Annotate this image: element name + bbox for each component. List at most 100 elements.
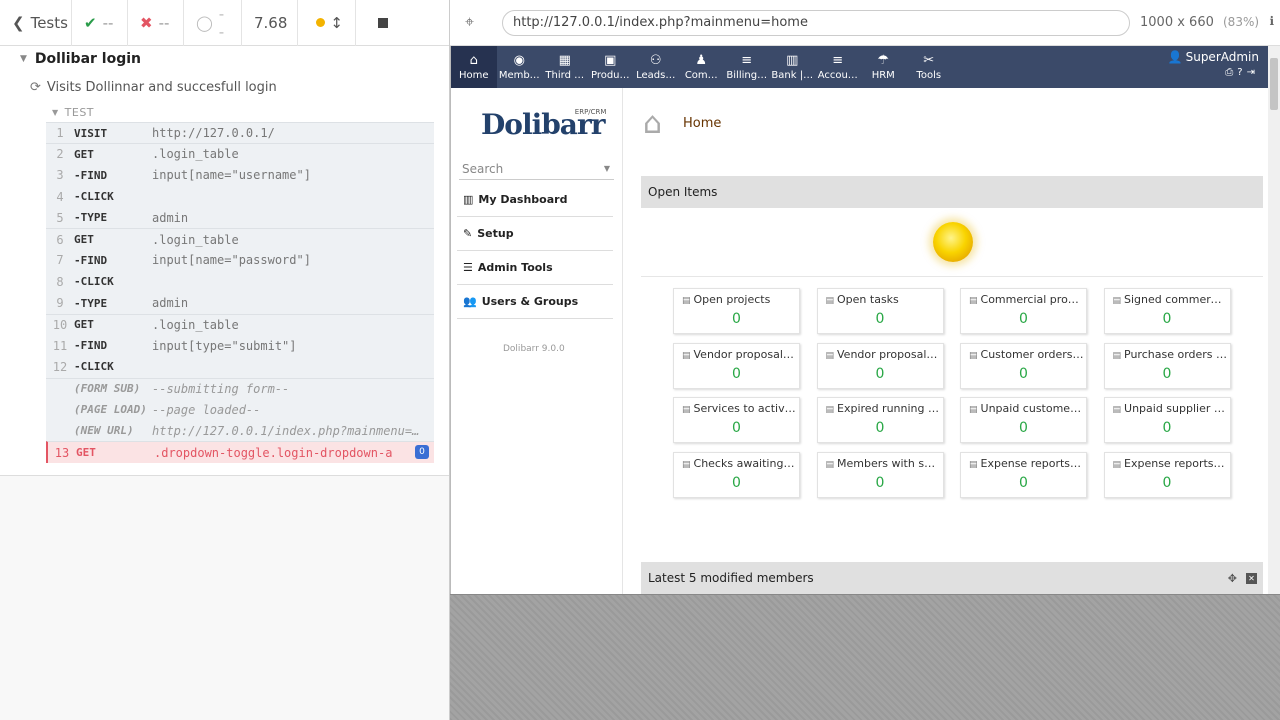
menu-label: Bank |… [771,70,814,81]
command-number: 1 [56,126,64,141]
close-box-icon[interactable]: ✕ [1246,572,1257,584]
top-menu-item[interactable]: ✂ Tools [906,46,952,88]
box-label: ▤ Members with su… [826,457,941,470]
box-label-text: Purchase orders … [1124,347,1228,361]
box-label-text: Commercial prop… [980,293,1084,306]
command-row[interactable]: 6 GET .login_table [46,228,434,250]
search-select[interactable]: Search ▼ [459,158,614,180]
open-item-box[interactable]: ▤ Commercial prop… 0 [960,288,1087,334]
logout-icon[interactable]: ⇥ [1247,67,1259,78]
menu-label: Memb… [498,70,540,81]
element-count-badge: 0 [415,445,429,460]
open-item-box[interactable]: ▤ Expense reports … 0 [1103,452,1231,499]
command-row[interactable]: (NEW URL) http://127.0.0.1/index.php?main… [46,420,434,442]
open-item-box[interactable]: ▤ Purchase orders … 0 [1103,342,1231,389]
menu-icon: ✂ [923,52,935,68]
open-item-box[interactable]: ▤ Unpaid supplier i… 0 [1103,397,1231,444]
help-icon[interactable]: ? [1237,67,1246,78]
command-name: -FIND [74,168,108,182]
command-row[interactable]: 1 VISIT http://127.0.0.1/ [46,122,434,144]
open-item-box[interactable]: ▤ Customer orders … 0 [960,342,1087,389]
top-menu-item[interactable]: ⌂ Home [451,46,497,88]
command-row[interactable]: 4 -CLICK [46,185,434,208]
top-menu-item[interactable]: ≡ Accou… [815,46,861,88]
passed-count[interactable]: ✔ -- [72,0,128,46]
command-row[interactable]: (PAGE LOAD) --page loaded-- [46,398,434,421]
box-label: ▤ Vendor proposals… [826,348,941,361]
top-menu-item[interactable]: ⚇ Leads… [633,46,679,88]
selector-playground-icon[interactable]: ⌖ [465,12,474,32]
open-item-box[interactable]: ▤ Open projects 0 [673,288,800,334]
command-name: GET [74,233,94,247]
tests-back-button[interactable]: ❮ Tests [0,0,72,46]
box-label-text: Vendor proposals… [693,347,797,361]
command-row[interactable]: 3 -FIND input[name="username"] [46,164,434,186]
open-item-box[interactable]: ▤ Vendor proposals… 0 [816,342,944,389]
box-label: ▤ Expired running s… [826,402,941,415]
print-icon[interactable]: ⎙ [1225,67,1237,78]
url-bar[interactable]: http://127.0.0.1/index.php?mainmenu=home [502,9,1130,36]
command-list: 1 VISIT http://127.0.0.1/2 GET .login_table 3… [46,122,434,463]
scrollbar[interactable] [1268,46,1280,594]
top-menu-item[interactable]: ▥ Bank |… [770,46,816,88]
command-row[interactable]: 8 -CLICK [46,271,434,293]
top-menu-item[interactable]: ◉ Memb… [497,46,543,88]
auto-scroll-toggle[interactable]: ↕ [298,0,356,46]
open-item-box[interactable]: ▤ Signed commerci… 0 [1103,288,1231,334]
top-menu-item[interactable]: ▦ Third … [542,46,588,88]
weather-sun-icon [933,222,973,262]
scrollbar-thumb[interactable] [1270,58,1278,110]
menu-icon: ⌂ [469,52,478,68]
side-admin-tools[interactable]: ☰ Admin Tools [457,251,613,285]
command-row[interactable]: (FORM SUB) --submitting form-- [46,377,434,399]
open-item-box[interactable]: ▤ Members with su… 0 [816,452,944,499]
pending-count[interactable]: ◯ -- [184,0,242,46]
side-users-groups[interactable]: 👥 Users & Groups [457,285,613,319]
command-row[interactable]: 10 GET .login_table [46,313,434,335]
command-number: 3 [56,168,64,183]
test-section-header[interactable]: ▼ TEST [0,102,449,122]
top-menu-item[interactable]: ≡ Billing… [724,46,770,88]
top-menu-item[interactable]: ☂ HRM [861,46,907,88]
search-placeholder: Search [462,161,504,176]
top-menu-item[interactable]: ♟ Com… [679,46,725,88]
stop-button[interactable] [356,0,400,46]
command-row[interactable]: 7 -FIND input[name="password"] [46,249,434,272]
command-row[interactable]: 11 -FIND input[type="submit"] [46,334,434,357]
side-my-dashboard[interactable]: ▥ My Dashboard [457,183,613,217]
command-row[interactable]: 12 -CLICK [46,356,434,378]
command-row[interactable]: 5 -TYPE admin [46,207,434,229]
menu-icon: ◉ [513,52,525,68]
command-row[interactable]: 13 GET .dropdown-toggle.login-dropdown-a 0 [46,441,434,463]
dolibarr-logo[interactable]: Dolibarr ERP/CRM [481,108,606,141]
open-item-box[interactable]: ▤ Vendor proposals… 0 [673,342,800,389]
box-label: ▤ Unpaid customer… [969,402,1084,415]
open-item-box[interactable]: ▤ Expired running s… 0 [816,397,944,444]
top-menu-item[interactable]: ▣ Produ… [588,46,634,88]
failed-count[interactable]: ✖ -- [128,0,184,46]
box-value: 0 [875,311,885,327]
test-row[interactable]: ⟳ Visits Dollinnar and succesfull login [0,72,449,102]
doc-icon: ▤ [825,296,835,306]
spec-row[interactable]: ▼ Dollibar login [0,46,449,72]
info-icon[interactable]: ℹ [1269,14,1274,28]
open-item-box[interactable]: ▤ Unpaid customer… 0 [960,397,1087,444]
user-menu[interactable]: 👤 SuperAdmin ⎙?⇥ [1168,50,1259,78]
command-message: .dropdown-toggle.login-dropdown-a [154,445,393,460]
command-number: 2 [56,147,64,162]
open-item-box[interactable]: ▤ Open tasks 0 [816,288,944,334]
open-item-box[interactable]: ▤ Expense reports … 0 [960,452,1087,499]
command-row[interactable]: 9 -TYPE admin [46,292,434,314]
box-label: ▤ Checks awaiting … [682,457,797,470]
command-row[interactable]: 2 GET .login_table [46,143,434,165]
box-label-text: Signed commerci… [1124,293,1228,306]
command-message: input[name="password"] [152,253,311,268]
latest-members-header: Latest 5 modified members ✥ ✕ [641,562,1263,594]
move-icon[interactable]: ✥ [1228,572,1237,585]
box-label-text: Expense reports … [980,457,1084,471]
open-items-header: Open Items [641,176,1263,208]
box-value: 0 [1162,365,1172,382]
open-item-box[interactable]: ▤ Services to activ… 0 [673,397,800,444]
open-item-box[interactable]: ▤ Checks awaiting … 0 [673,452,800,499]
side-setup[interactable]: ✎ Setup [457,217,613,251]
